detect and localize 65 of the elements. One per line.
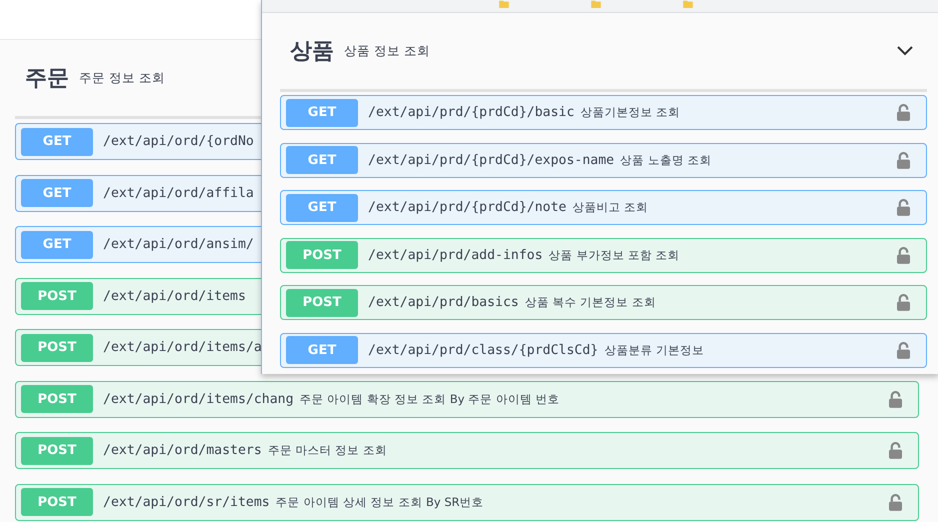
endpoint-path: /ext/api/ord/{ordNo: [103, 134, 254, 149]
endpoint-path: /ext/api/ord/sr/items: [103, 494, 270, 510]
endpoint-row[interactable]: GET /ext/api/ord/{ordNo: [15, 123, 261, 160]
method-badge: POST: [21, 282, 93, 310]
method-badge: GET: [21, 128, 93, 156]
endpoint-path: /ext/api/ord/items: [103, 288, 246, 304]
endpoint-row[interactable]: POST /ext/api/prd/add-infos 상품 부가정보 포함 조회: [280, 238, 927, 272]
chevron-down-icon[interactable]: [897, 46, 913, 56]
endpoint-row[interactable]: POST /ext/api/ord/items/a: [15, 329, 261, 366]
endpoint-path: /ext/api/ord/items/a: [103, 340, 262, 355]
method-badge: POST: [286, 288, 358, 316]
method-badge: POST: [21, 385, 93, 413]
method-badge: GET: [286, 336, 358, 364]
endpoint-row[interactable]: POST /ext/api/ord/items: [15, 278, 261, 314]
endpoint-summary: 주문 아이템 상세 정보 조회 By SR번호: [276, 494, 484, 510]
unlocked-padlock-icon[interactable]: [897, 342, 910, 358]
endpoint-summary: 주문 마스터 정보 조회: [268, 443, 387, 458]
method-badge: GET: [286, 98, 358, 126]
unlocked-padlock-icon[interactable]: [889, 442, 902, 459]
endpoint-summary: 상품 부가정보 포함 조회: [548, 248, 680, 262]
unlocked-padlock-icon[interactable]: [897, 104, 910, 121]
unlocked-padlock-icon[interactable]: [897, 246, 910, 264]
unlocked-padlock-icon[interactable]: [889, 390, 902, 408]
endpoint-summary: 상품비고 조회: [572, 200, 648, 215]
endpoint-summary: 상품분류 기본정보: [604, 342, 704, 358]
method-badge: GET: [286, 194, 358, 222]
unlocked-padlock-icon[interactable]: [889, 494, 902, 510]
method-badge: GET: [21, 230, 93, 258]
endpoint-path: /ext/api/prd/{prdCd}/note: [368, 200, 566, 215]
endpoint-row[interactable]: GET /ext/api/prd/{prdCd}/expos-name 상품 노출명 조회: [280, 142, 927, 178]
endpoint-path: /ext/api/prd/class/{prdClsCd}: [368, 342, 598, 358]
unlocked-padlock-icon[interactable]: [897, 152, 910, 168]
endpoint-row[interactable]: GET /ext/api/prd/class/{prdClsCd} 상품분류 기본정보: [280, 332, 927, 368]
endpoint-path: /ext/api/prd/{prdCd}/expos-name: [368, 152, 614, 168]
endpoint-row[interactable]: GET /ext/api/prd/{prdCd}/basic 상품기본정보 조회: [280, 95, 927, 130]
unlocked-padlock-icon[interactable]: [897, 294, 910, 311]
endpoint-path: /ext/api/ord/ansim/: [103, 237, 254, 252]
section-description: 상품 정보 조회: [344, 42, 430, 60]
method-badge: POST: [286, 241, 358, 269]
endpoint-row[interactable]: POST /ext/api/ord/items/chang 주문 아이템 확장 정보 조회 By 주문 아이템 번호: [15, 380, 919, 418]
endpoint-path: /ext/api/prd/{prdCd}/basic: [368, 105, 574, 120]
method-badge: POST: [21, 488, 93, 516]
endpoint-summary: 상품 복수 기본정보 조회: [524, 295, 656, 310]
section-description: 주문 정보 조회: [79, 70, 165, 86]
method-badge: POST: [21, 436, 93, 464]
method-badge: POST: [21, 334, 93, 362]
method-badge: GET: [21, 179, 93, 207]
method-badge: GET: [286, 146, 358, 174]
endpoint-path: /ext/api/ord/items/chang: [103, 392, 294, 406]
endpoint-path: /ext/api/prd/add-infos: [368, 248, 543, 262]
endpoint-path: /ext/api/prd/basics: [368, 295, 519, 310]
endpoint-summary: 상품기본정보 조회: [580, 105, 680, 120]
endpoint-row[interactable]: POST /ext/api/ord/masters 주문 마스터 정보 조회: [15, 432, 919, 469]
endpoint-row[interactable]: GET /ext/api/prd/{prdCd}/note 상품비고 조회: [280, 190, 927, 225]
unlocked-padlock-icon[interactable]: [897, 199, 910, 216]
endpoint-row[interactable]: POST /ext/api/prd/basics 상품 복수 기본정보 조회: [280, 285, 927, 320]
endpoint-summary: 주문 아이템 확장 정보 조회 By 주문 아이템 번호: [300, 392, 560, 406]
endpoint-row[interactable]: GET /ext/api/ord/affila: [15, 174, 261, 212]
endpoint-row[interactable]: POST /ext/api/ord/sr/items 주문 아이템 상세 정보 조회 By SR번호: [15, 484, 919, 520]
endpoint-summary: 상품 노출명 조회: [620, 152, 712, 168]
endpoint-path: /ext/api/ord/affila: [103, 186, 254, 200]
endpoint-row[interactable]: GET /ext/api/ord/ansim/: [15, 226, 261, 263]
endpoint-path: /ext/api/ord/masters: [103, 443, 262, 458]
section-title[interactable]: 상품: [290, 36, 334, 66]
section-title[interactable]: 주문: [25, 63, 69, 93]
